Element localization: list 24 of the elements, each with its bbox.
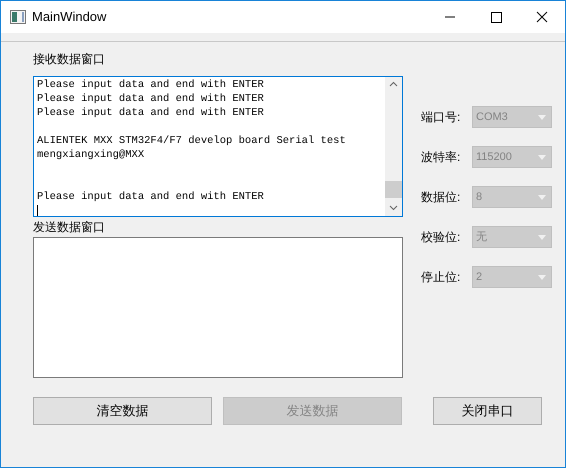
- dropdown-arrow-icon: [538, 114, 546, 120]
- close-port-button[interactable]: 关闭串口: [433, 397, 542, 425]
- window-title: MainWindow: [32, 8, 106, 26]
- dropdown-arrow-icon: [538, 194, 546, 200]
- setting-label: 波特率:: [421, 149, 462, 166]
- dropdown-value: 115200: [476, 150, 513, 165]
- send-label: 发送数据窗口: [33, 219, 106, 236]
- clear-data-button[interactable]: 清空数据: [33, 397, 212, 425]
- receive-label: 接收数据窗口: [33, 51, 106, 68]
- text-cursor: [37, 205, 38, 216]
- received-text: Please input data and end with ENTER Please input data and end with ENTER Please input data and end with ENTER ALIENTEK MXX STM32F4/F7 develop board Serial test mengxiangxing@MXX Please input data and end with ENTER: [37, 78, 347, 204]
- setting-label: 停止位:: [421, 269, 462, 286]
- dropdown-arrow-icon: [538, 154, 546, 160]
- app-icon: [10, 10, 26, 24]
- setting-label: 端口号:: [421, 109, 462, 126]
- dropdown-value: 2: [476, 270, 484, 285]
- dropdown-arrow-icon: [538, 234, 546, 240]
- setting-label: 校验位:: [421, 229, 462, 246]
- dropdown-value: COM3: [476, 110, 509, 125]
- dropdown-value: 8: [476, 190, 484, 205]
- dropdown-value: 无: [476, 230, 488, 245]
- receive-text-area[interactable]: [33, 76, 403, 217]
- dropdown-arrow-icon: [538, 274, 546, 280]
- setting-label: 数据位:: [421, 189, 462, 206]
